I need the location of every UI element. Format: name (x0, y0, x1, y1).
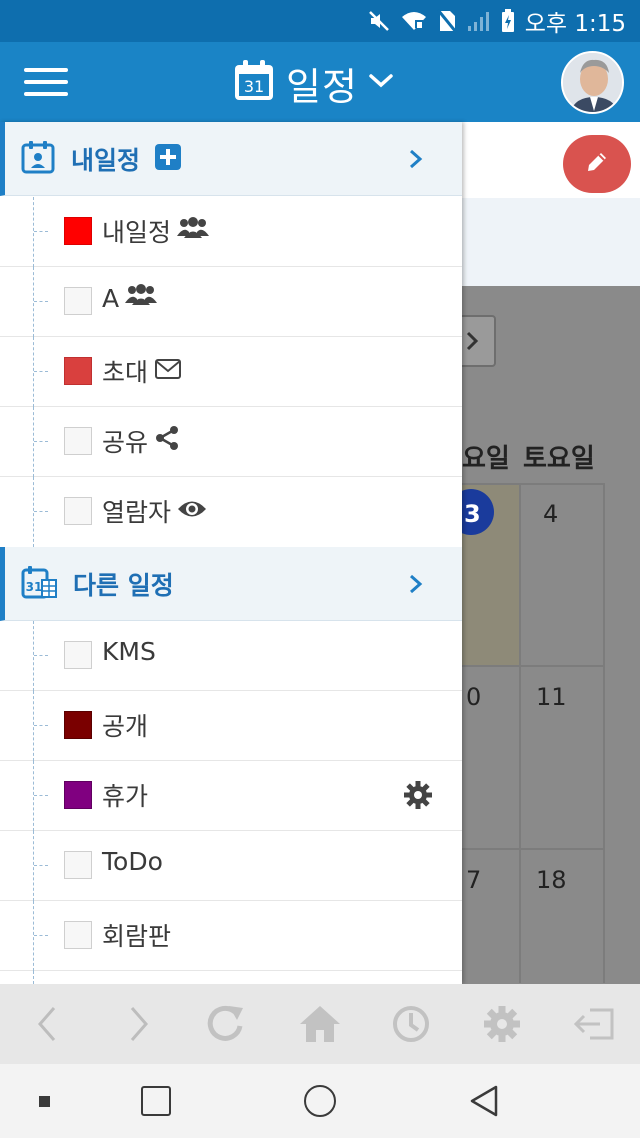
share-icon (154, 425, 180, 457)
signal-icon (467, 10, 491, 32)
pencil-icon (584, 149, 610, 179)
item-label: ToDo (102, 847, 163, 876)
logout-icon[interactable] (572, 1004, 618, 1044)
item-label: 공개 (102, 712, 149, 741)
weekday-header: 요일 (462, 444, 510, 474)
color-checkbox[interactable] (64, 711, 92, 739)
list-item[interactable]: ToDo (0, 831, 462, 901)
list-item[interactable]: 초대 (0, 337, 462, 407)
color-checkbox[interactable] (64, 357, 92, 385)
item-label: 내일정 (102, 218, 172, 247)
history-icon[interactable] (391, 1004, 431, 1044)
home-circle[interactable] (304, 1085, 336, 1117)
tree-line (33, 971, 34, 984)
settings-icon[interactable] (482, 1004, 522, 1044)
item-label: 휴가 (102, 782, 149, 811)
item-label: 열람자 (102, 498, 172, 527)
list-item[interactable]: 휴가 (0, 761, 462, 831)
color-checkbox[interactable] (64, 921, 92, 949)
item-label: 공유 (102, 428, 149, 457)
calendar-day[interactable]: 3 (464, 500, 481, 528)
side-drawer: 내일정 내일정 A 초대 공유 열람자 31 다른 일정 KMS 공개 휴가 T… (0, 122, 462, 984)
color-checkbox[interactable] (64, 217, 92, 245)
calendar-gridline (519, 483, 521, 983)
calendar-gridline (462, 848, 604, 850)
item-label: KMS (102, 637, 156, 666)
calendar-day[interactable]: 0 (466, 683, 481, 711)
system-nav-bar (0, 1064, 640, 1138)
item-label: A (102, 283, 120, 313)
page-title: 일정 (286, 64, 358, 109)
title-dropdown[interactable]: 31 일정 (232, 59, 394, 109)
background-strip (462, 198, 640, 286)
calendar-gridline (603, 483, 605, 983)
list-item[interactable]: KMS (0, 621, 462, 691)
color-checkbox[interactable] (64, 287, 92, 315)
forward-icon[interactable] (118, 1004, 158, 1044)
section-title: 다른 일정 (73, 570, 174, 600)
eye-icon (177, 497, 207, 526)
bottom-toolbar (0, 984, 640, 1064)
color-checkbox[interactable] (64, 781, 92, 809)
app-bar: 31 일정 (0, 42, 640, 122)
list-item[interactable]: 내일정 (0, 197, 462, 267)
chevron-right-icon[interactable] (408, 573, 424, 599)
calendar-person-icon (21, 140, 55, 178)
wifi-icon (401, 10, 427, 32)
back-triangle[interactable] (469, 1085, 499, 1121)
envelope-icon (154, 357, 182, 386)
item-label: 초대 (102, 358, 149, 387)
color-checkbox[interactable] (64, 427, 92, 455)
refresh-icon[interactable] (205, 1004, 245, 1044)
chevron-right-icon[interactable] (408, 148, 424, 174)
section-other-schedule[interactable]: 31 다른 일정 (0, 547, 462, 621)
list-item[interactable]: 공개 (0, 691, 462, 761)
list-item[interactable]: 공유 (0, 407, 462, 477)
gear-icon[interactable] (403, 780, 433, 814)
calendar-gridline (462, 665, 604, 667)
list-item[interactable]: 열람자 (0, 477, 462, 547)
mute-icon (367, 9, 391, 33)
group-icon (125, 283, 158, 313)
user-avatar[interactable] (561, 51, 624, 114)
list-item[interactable]: A (0, 267, 462, 337)
group-icon (177, 216, 210, 246)
calendar-day[interactable]: 11 (536, 683, 567, 711)
back-icon[interactable] (28, 1004, 68, 1044)
item-label: 회람판 (102, 922, 172, 951)
plus-square-icon[interactable] (154, 143, 182, 175)
section-title: 내일정 (71, 145, 141, 175)
calendar-day[interactable]: 7 (466, 866, 481, 894)
status-bar: 오후 1:15 (0, 0, 640, 42)
svg-text:31: 31 (244, 77, 264, 96)
battery-icon (501, 9, 515, 33)
color-checkbox[interactable] (64, 641, 92, 669)
svg-text:31: 31 (26, 580, 43, 594)
section-my-schedule[interactable]: 내일정 (0, 122, 462, 196)
calendar-day[interactable]: 18 (536, 866, 567, 894)
recent-dot[interactable] (39, 1096, 50, 1107)
overview-square[interactable] (141, 1086, 171, 1116)
clock-time: 오후 1:15 (524, 11, 626, 37)
edit-fab-button[interactable] (563, 135, 631, 193)
list-item[interactable]: 회람판 (0, 901, 462, 971)
weekday-header: 토요일 (523, 444, 595, 474)
calendar-grid-icon: 31 (21, 565, 57, 603)
no-sim-icon (436, 9, 457, 33)
color-checkbox[interactable] (64, 851, 92, 879)
chevron-down-icon (368, 72, 394, 94)
color-checkbox[interactable] (64, 497, 92, 525)
calendar-icon: 31 (232, 59, 276, 107)
home-icon[interactable] (298, 1004, 342, 1044)
hamburger-icon[interactable] (24, 68, 70, 98)
calendar-day[interactable]: 4 (543, 500, 558, 528)
